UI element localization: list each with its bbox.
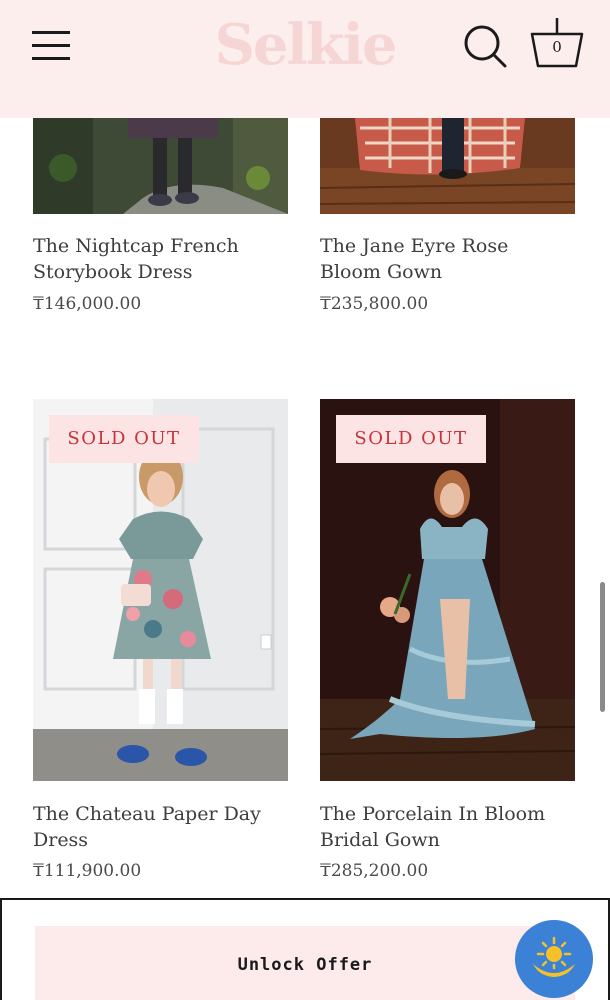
product-image[interactable] — [33, 118, 288, 214]
product-title[interactable]: The Porcelain In Bloom Bridal Gown — [320, 801, 575, 853]
product-image[interactable] — [320, 118, 575, 214]
hamburger-menu-icon[interactable] — [32, 30, 70, 62]
page-scrollbar[interactable] — [600, 582, 605, 712]
product-price: ₸111,900.00 — [33, 861, 142, 881]
product-price: ₸146,000.00 — [33, 294, 142, 314]
sold-out-badge: SOLD OUT — [336, 415, 486, 463]
sold-out-badge: SOLD OUT — [49, 415, 199, 463]
product-price: ₸235,800.00 — [320, 294, 429, 314]
product-image[interactable]: SOLD OUT — [320, 399, 575, 781]
rewards-launcher-button[interactable] — [515, 920, 593, 998]
sun-emblem-icon — [533, 936, 575, 977]
unlock-offer-button[interactable]: Unlock Offer — [35, 926, 575, 1000]
brand-logo[interactable]: Selkie — [205, 12, 405, 78]
product-image[interactable]: SOLD OUT — [33, 399, 288, 781]
product-title[interactable]: The Jane Eyre Rose Bloom Gown — [320, 233, 575, 285]
site-header: Selkie 0 — [0, 0, 610, 118]
product-price: ₸285,200.00 — [320, 861, 429, 881]
product-title[interactable]: The Chateau Paper Day Dress — [33, 801, 288, 853]
cart-count-badge: 0 — [552, 38, 562, 56]
search-icon[interactable] — [463, 24, 507, 68]
product-title[interactable]: The Nightcap French Storybook Dress — [33, 233, 288, 285]
